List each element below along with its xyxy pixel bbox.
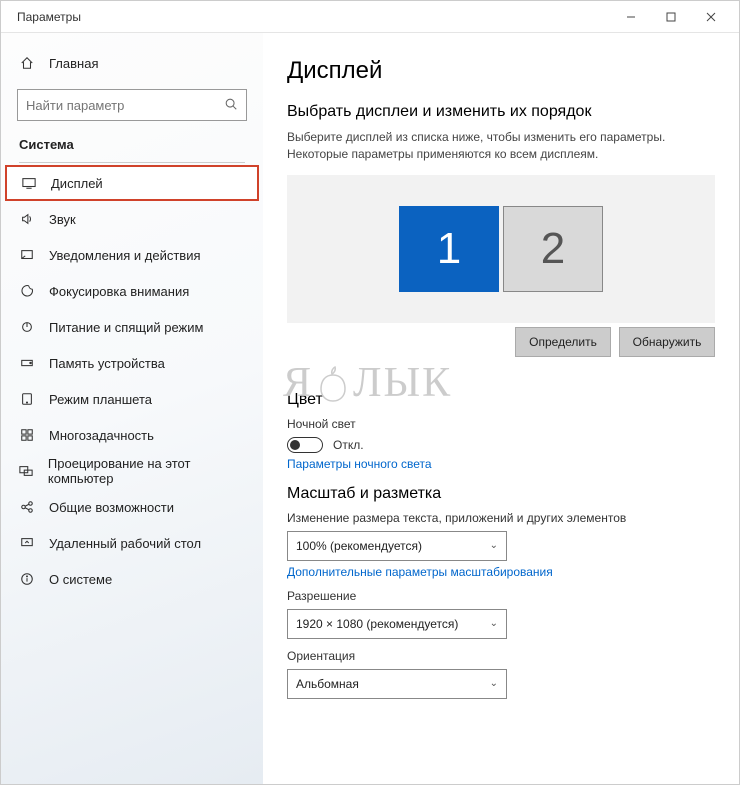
- shared-icon: [19, 499, 35, 515]
- sidebar-item-project[interactable]: Проецирование на этот компьютер: [5, 453, 259, 489]
- power-icon: [19, 319, 35, 335]
- tablet-icon: [19, 391, 35, 407]
- sidebar-item-label: Фокусировка внимания: [49, 284, 189, 299]
- display-icon: [21, 175, 37, 191]
- sidebar-item-storage[interactable]: Память устройства: [5, 345, 259, 381]
- scale-heading: Масштаб и разметка: [287, 485, 715, 503]
- sidebar-item-tablet[interactable]: Режим планшета: [5, 381, 259, 417]
- search-icon: [224, 97, 238, 114]
- sidebar-item-label: Уведомления и действия: [49, 248, 201, 263]
- minimize-button[interactable]: [611, 1, 651, 33]
- sidebar-item-label: Многозадачность: [49, 428, 154, 443]
- scale-label: Изменение размера текста, приложений и д…: [287, 511, 715, 525]
- nightlight-label: Ночной свет: [287, 417, 715, 431]
- sidebar-item-label: Общие возможности: [49, 500, 174, 515]
- sidebar-item-multitask[interactable]: Многозадачность: [5, 417, 259, 453]
- sidebar-home[interactable]: Главная: [5, 45, 259, 81]
- resolution-label: Разрешение: [287, 589, 715, 603]
- resolution-dropdown[interactable]: 1920 × 1080 (рекомендуется) ⌄: [287, 609, 507, 639]
- sidebar-item-notifications[interactable]: Уведомления и действия: [5, 237, 259, 273]
- notifications-icon: [19, 247, 35, 263]
- sidebar-item-about[interactable]: О системе: [5, 561, 259, 597]
- sidebar-item-display[interactable]: Дисплей: [5, 165, 259, 201]
- sidebar-item-sound[interactable]: Звук: [5, 201, 259, 237]
- scale-dropdown[interactable]: 100% (рекомендуется) ⌄: [287, 531, 507, 561]
- nightlight-settings-link[interactable]: Параметры ночного света: [287, 457, 715, 471]
- sidebar-item-power[interactable]: Питание и спящий режим: [5, 309, 259, 345]
- sidebar-separator: [19, 162, 245, 163]
- home-icon: [19, 55, 35, 71]
- arrange-heading: Выбрать дисплеи и изменить их порядок: [287, 103, 715, 121]
- display-arrangement[interactable]: 1 2: [287, 175, 715, 323]
- chevron-down-icon: ⌄: [490, 678, 498, 689]
- color-heading: Цвет: [287, 391, 715, 409]
- arrange-description: Выберите дисплей из списка ниже, чтобы и…: [287, 129, 715, 163]
- resolution-value: 1920 × 1080 (рекомендуется): [296, 617, 458, 631]
- focus-icon: [19, 283, 35, 299]
- sidebar-item-remote[interactable]: Удаленный рабочий стол: [5, 525, 259, 561]
- content-pane: Дисплей Выбрать дисплеи и изменить их по…: [263, 33, 739, 784]
- about-icon: [19, 571, 35, 587]
- project-icon: [19, 463, 34, 479]
- titlebar: Параметры: [1, 1, 739, 33]
- sound-icon: [19, 211, 35, 227]
- nightlight-toggle[interactable]: [287, 437, 323, 453]
- orientation-value: Альбомная: [296, 677, 359, 691]
- chevron-down-icon: ⌄: [490, 540, 498, 551]
- monitor-1[interactable]: 1: [399, 206, 499, 292]
- close-button[interactable]: [691, 1, 731, 33]
- sidebar-item-label: Удаленный рабочий стол: [49, 536, 201, 551]
- nightlight-state: Откл.: [333, 438, 364, 452]
- sidebar-item-label: Дисплей: [51, 176, 103, 191]
- chevron-down-icon: ⌄: [490, 618, 498, 629]
- page-title: Дисплей: [287, 57, 715, 85]
- sidebar-item-label: Проецирование на этот компьютер: [48, 456, 245, 486]
- window-title: Параметры: [9, 10, 81, 24]
- sidebar-item-label: Режим планшета: [49, 392, 152, 407]
- sidebar-item-label: Память устройства: [49, 356, 165, 371]
- sidebar-group-label: Система: [5, 127, 259, 160]
- monitor-2[interactable]: 2: [503, 206, 603, 292]
- remote-icon: [19, 535, 35, 551]
- multitask-icon: [19, 427, 35, 443]
- orientation-dropdown[interactable]: Альбомная ⌄: [287, 669, 507, 699]
- orientation-label: Ориентация: [287, 649, 715, 663]
- sidebar: Главная Система Дисплей Звук Ув: [1, 33, 263, 784]
- sidebar-home-label: Главная: [49, 56, 98, 71]
- sidebar-item-label: Питание и спящий режим: [49, 320, 203, 335]
- identify-button[interactable]: Определить: [515, 327, 611, 357]
- maximize-button[interactable]: [651, 1, 691, 33]
- detect-button[interactable]: Обнаружить: [619, 327, 715, 357]
- sidebar-item-label: Звук: [49, 212, 76, 227]
- search-input[interactable]: [26, 98, 224, 113]
- storage-icon: [19, 355, 35, 371]
- sidebar-item-focus[interactable]: Фокусировка внимания: [5, 273, 259, 309]
- sidebar-search[interactable]: [17, 89, 247, 121]
- sidebar-item-label: О системе: [49, 572, 112, 587]
- advanced-scale-link[interactable]: Дополнительные параметры масштабирования: [287, 565, 715, 579]
- sidebar-item-shared[interactable]: Общие возможности: [5, 489, 259, 525]
- window-controls: [611, 1, 731, 33]
- scale-value: 100% (рекомендуется): [296, 539, 422, 553]
